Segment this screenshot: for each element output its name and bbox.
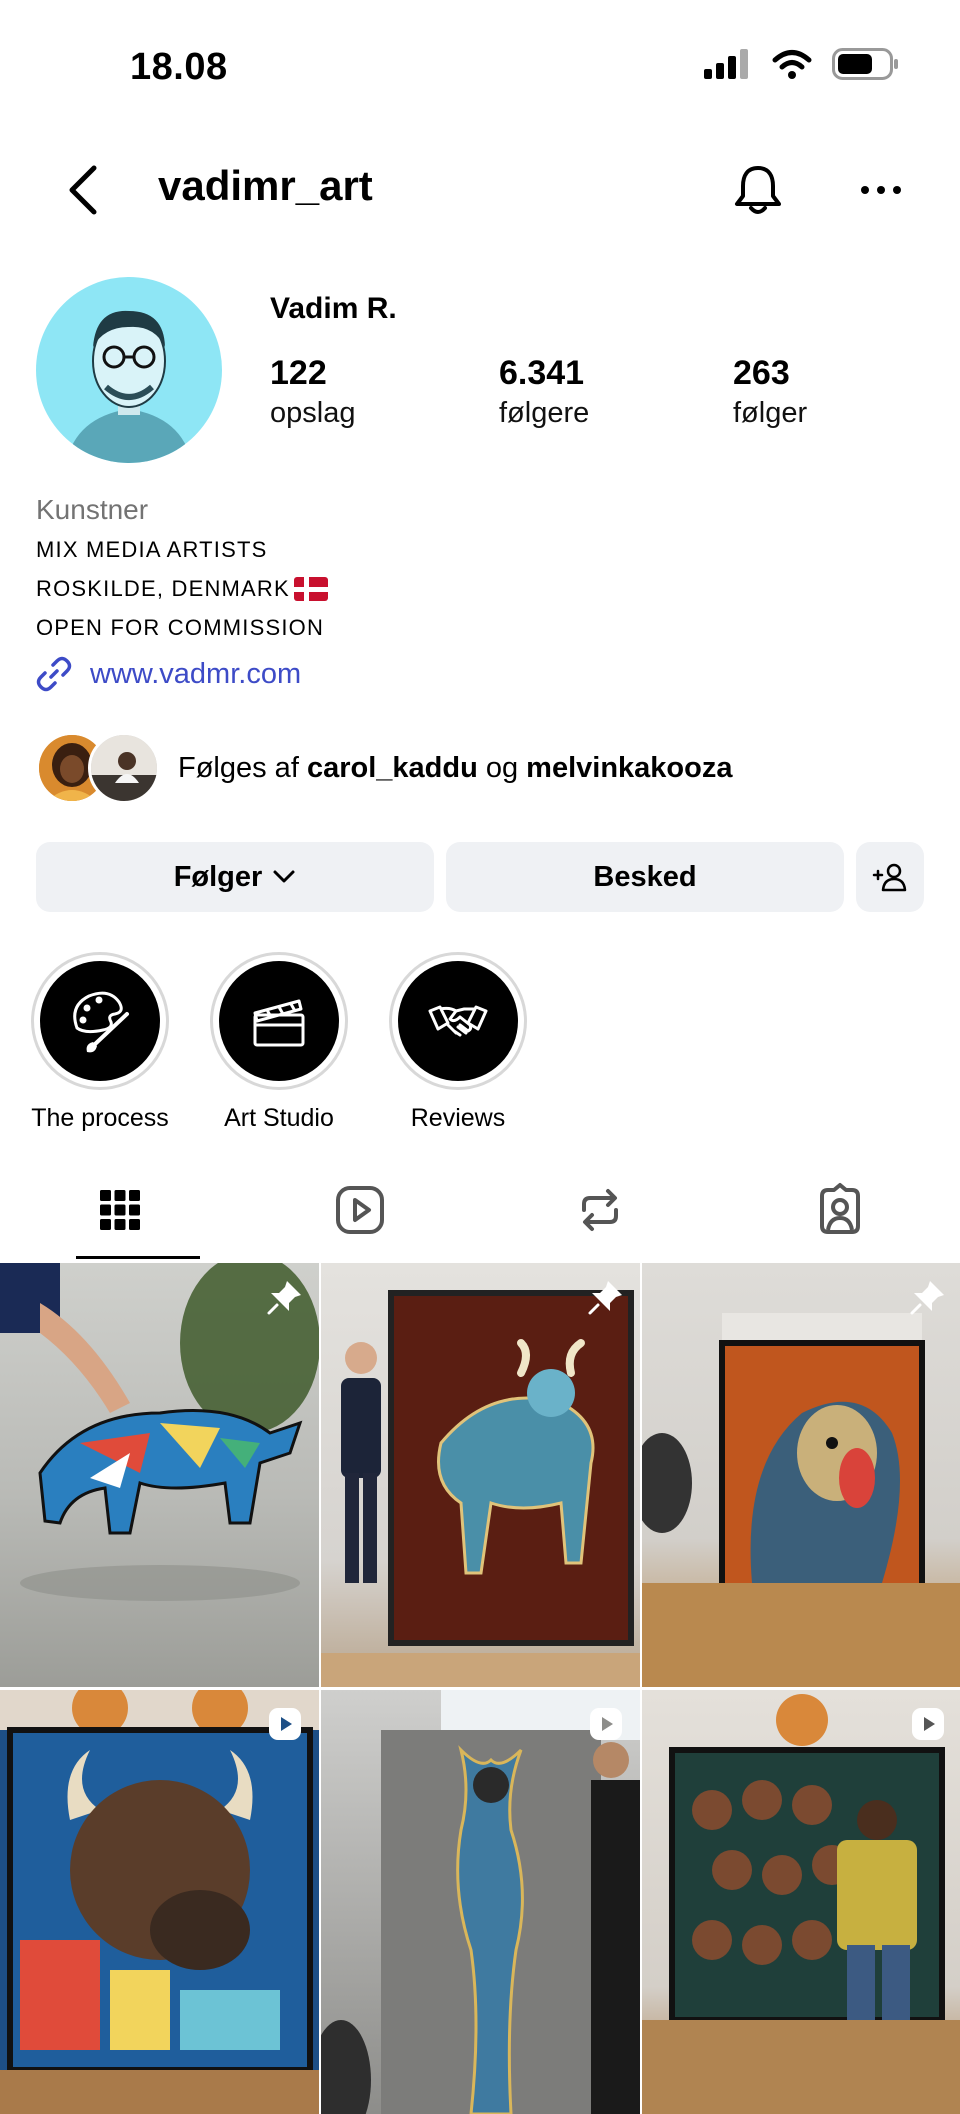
handshake-icon	[428, 1005, 488, 1037]
back-arrow-icon[interactable]	[62, 162, 102, 218]
highlight-ring	[389, 952, 527, 1090]
post-image-buffalo-painting	[0, 1690, 319, 2114]
followed-by-row[interactable]: Følges af carol_kaddu og melvinkakooza	[36, 732, 733, 804]
message-button[interactable]: Besked	[446, 842, 844, 912]
followed-by-text: Følges af carol_kaddu og melvinkakooza	[178, 752, 733, 785]
post-image-figure-painting	[321, 1690, 640, 2114]
denmark-flag-icon	[293, 576, 328, 601]
stat-posts[interactable]: 122 opslag	[270, 353, 355, 433]
stat-posts-label: opslag	[270, 397, 356, 429]
profile-bio: Kunstner MIX MEDIA ARTISTS ROSKILDE, DEN…	[36, 490, 916, 647]
post-thumbnail[interactable]	[0, 1263, 319, 1687]
suggest-people-button[interactable]	[856, 842, 924, 912]
stat-followers-value: 6.341	[499, 354, 585, 392]
post-image-group-portrait	[642, 1694, 960, 2114]
tab-grid-posts[interactable]	[90, 1180, 150, 1240]
followed-by-prefix: Følges af	[178, 751, 299, 784]
post-thumbnail[interactable]	[642, 1263, 960, 1687]
post-thumbnail[interactable]	[321, 1263, 640, 1687]
follower-avatar-2	[88, 732, 160, 804]
highlight-label-1: The process	[31, 1104, 169, 1132]
bio-line-1: MIX MEDIA ARTISTS	[36, 537, 268, 562]
stat-following-value: 263	[733, 354, 790, 392]
highlight-the-process[interactable]: The process	[30, 952, 170, 1133]
status-time: 18.08	[130, 46, 228, 88]
active-tab-indicator	[76, 1256, 200, 1259]
pin-icon	[588, 1281, 622, 1315]
website-url[interactable]: www.vadmr.com	[90, 658, 301, 691]
stat-followers[interactable]: 6.341 følgere	[499, 353, 589, 433]
following-button-label: Følger	[173, 860, 263, 893]
stat-posts-value: 122	[270, 354, 327, 392]
post-thumbnail[interactable]	[321, 1690, 640, 2114]
post-thumbnail[interactable]	[0, 1690, 319, 2114]
highlight-ring	[210, 952, 348, 1090]
highlight-reviews[interactable]: Reviews	[388, 952, 528, 1133]
stat-following[interactable]: 263 følger	[733, 353, 807, 433]
tab-reels[interactable]	[330, 1180, 390, 1240]
reel-icon	[269, 1708, 301, 1740]
stat-following-label: følger	[733, 397, 808, 429]
message-button-label: Besked	[593, 860, 697, 893]
bio-line-3: OPEN FOR COMMISSION	[36, 615, 325, 640]
highlight-ring	[31, 952, 169, 1090]
follower-photo-2	[91, 735, 157, 801]
clapperboard-icon	[253, 999, 305, 1047]
status-icons	[704, 48, 900, 80]
profile-category: Kunstner	[36, 494, 149, 525]
post-image-bull-painting	[321, 1290, 640, 1687]
profile-display-name: Vadim R.	[270, 292, 397, 325]
reel-icon	[590, 1708, 622, 1740]
pin-icon	[267, 1281, 301, 1315]
cellular-signal-icon	[704, 49, 748, 79]
stat-followers-label: følgere	[499, 397, 590, 429]
pin-icon	[910, 1281, 944, 1315]
post-image-bull-sculpture	[0, 1263, 319, 1601]
highlight-label-3: Reviews	[410, 1104, 506, 1132]
tab-reposts[interactable]	[570, 1180, 630, 1240]
following-button[interactable]: Følger	[36, 842, 434, 912]
reel-icon	[912, 1708, 944, 1740]
battery-icon	[832, 48, 898, 80]
chevron-down-icon	[273, 870, 295, 883]
add-person-icon	[872, 863, 907, 892]
more-options-icon[interactable]	[856, 170, 906, 210]
post-thumbnail[interactable]	[642, 1690, 960, 2114]
bio-line-2: ROSKILDE, DENMARK	[36, 576, 290, 601]
link-icon	[36, 656, 72, 692]
website-link[interactable]: www.vadmr.com	[36, 656, 301, 692]
tab-tagged[interactable]	[810, 1180, 870, 1240]
notification-bell-icon[interactable]	[732, 162, 784, 218]
followed-by-user-1[interactable]: carol_kaddu	[307, 752, 478, 784]
posts-grid	[0, 1263, 960, 2114]
palette-icon	[73, 991, 129, 1053]
highlight-art-studio[interactable]: Art Studio	[209, 952, 349, 1133]
post-image-mandrill-painting	[642, 1313, 960, 1687]
highlight-label-2: Art Studio	[224, 1104, 334, 1132]
followed-by-user-2[interactable]: melvinkakooza	[526, 752, 732, 784]
profile-avatar[interactable]	[36, 277, 222, 463]
profile-username: vadimr_art	[158, 162, 373, 209]
wifi-icon	[772, 50, 812, 79]
bio-line-2-row: ROSKILDE, DENMARK	[36, 569, 916, 608]
profile-portrait-image	[66, 310, 192, 463]
followed-by-conjunction: og	[485, 751, 519, 784]
